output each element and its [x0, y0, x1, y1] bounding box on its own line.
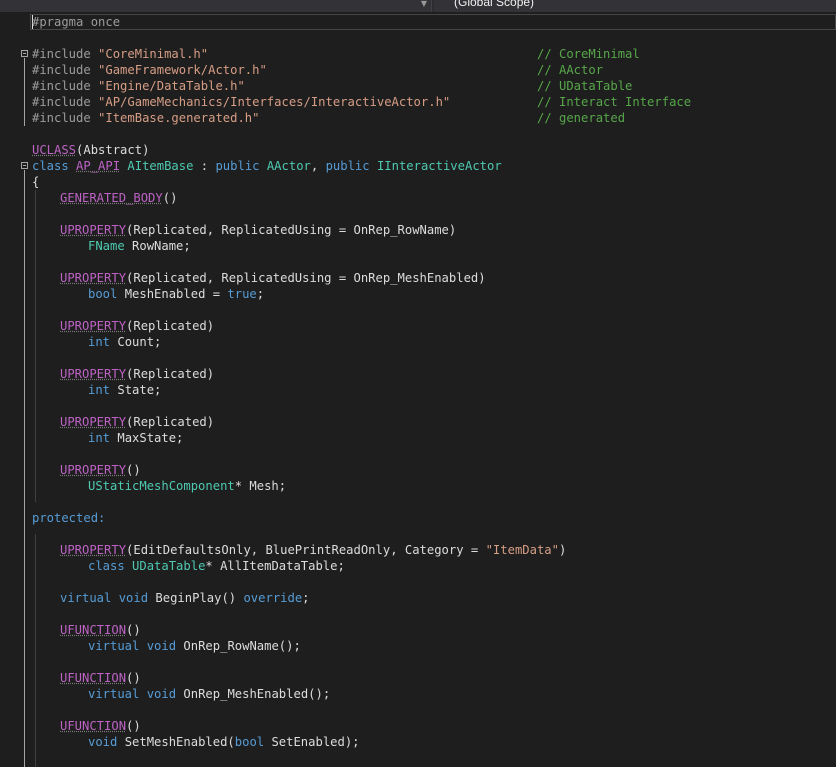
code-line: UPROPERTY(Replicated, ReplicatedUsing = …: [60, 271, 486, 285]
code-line: class UDataTable* AllItemDataTable;: [88, 559, 345, 573]
code-line: UFUNCTION(): [60, 671, 141, 685]
code-line: #include "CoreMinimal.h": [32, 47, 209, 61]
code-line: UPROPERTY(): [60, 463, 141, 477]
code-line: class AP_API AItemBase : public AActor, …: [32, 159, 502, 173]
pragma-directive: #pragma once: [32, 15, 121, 29]
code-line: int State;: [88, 383, 162, 397]
code-line: #include "AP/GameMechanics/Interfaces/In…: [32, 95, 451, 109]
fold-collapse-icon[interactable]: [21, 50, 28, 57]
scope-label: (Global Scope): [454, 0, 535, 9]
code-line: UStaticMeshComponent* Mesh;: [88, 479, 287, 493]
current-line-highlight: [30, 14, 836, 30]
indent-guide: [35, 190, 36, 502]
code-line: #include "Engine/DataTable.h": [32, 79, 245, 93]
scope-dropdown[interactable]: (Global Scope): [434, 0, 836, 12]
code-line: int MaxState;: [88, 431, 184, 445]
code-line: FName RowName;: [88, 239, 191, 253]
code-comment: // generated: [537, 111, 626, 125]
code-line: {: [32, 175, 40, 189]
member-dropdown[interactable]: ▼: [0, 0, 432, 12]
navigation-bar: ▼ (Global Scope): [0, 0, 836, 12]
code-comment: // UDataTable: [537, 79, 633, 93]
code-line: #include "ItemBase.generated.h": [32, 111, 260, 125]
code-line: UPROPERTY(Replicated, ReplicatedUsing = …: [60, 223, 457, 237]
indent-guide: [35, 534, 36, 767]
code-line: virtual void OnRep_RowName();: [88, 639, 301, 653]
code-line: void SetMeshEnabled(bool SetEnabled);: [88, 735, 360, 749]
code-line: UCLASS(Abstract): [32, 143, 150, 157]
code-line: UFUNCTION(): [60, 719, 141, 733]
fold-guide: [24, 170, 25, 767]
code-line: UPROPERTY(Replicated): [60, 367, 215, 381]
code-line: UPROPERTY(Replicated): [60, 415, 215, 429]
fold-collapse-icon[interactable]: [21, 162, 28, 169]
chevron-down-icon[interactable]: ▼: [418, 0, 430, 10]
code-line: virtual void BeginPlay() override;: [60, 591, 310, 605]
code-comment: // AActor: [537, 63, 604, 77]
fold-guide: [24, 58, 25, 126]
code-line: GENERATED_BODY(): [60, 191, 178, 205]
code-line: int Count;: [88, 335, 162, 349]
code-line: UFUNCTION(): [60, 623, 141, 637]
code-editor[interactable]: #pragma once #include "CoreMinimal.h" //…: [0, 12, 836, 767]
code-line: virtual void OnRep_MeshEnabled();: [88, 687, 331, 701]
code-line: #pragma once: [32, 14, 120, 30]
code-comment: // CoreMinimal: [537, 47, 640, 61]
code-line: UPROPERTY(EditDefaultsOnly, BluePrintRea…: [60, 543, 567, 557]
code-comment: // Interact Interface: [537, 95, 692, 109]
code-line: UPROPERTY(Replicated): [60, 319, 215, 333]
code-line: #include "GameFramework/Actor.h": [32, 63, 267, 77]
code-line: protected:: [32, 511, 106, 525]
code-line: bool MeshEnabled = true;: [88, 287, 265, 301]
